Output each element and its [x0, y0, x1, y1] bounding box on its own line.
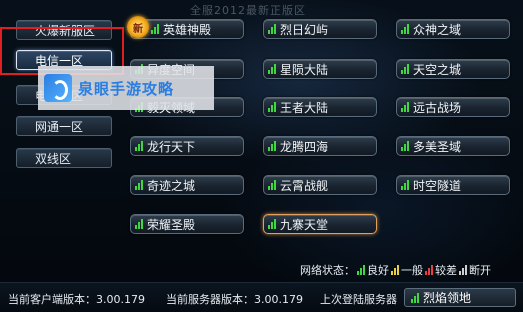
- signal-good-icon: [135, 180, 144, 190]
- server-button-14[interactable]: 云霄战舰: [263, 175, 377, 195]
- watermark-logo-icon: [44, 74, 72, 102]
- signal-good-icon: [268, 219, 277, 229]
- server-button-16[interactable]: 荣耀圣殿: [130, 214, 244, 234]
- signal-good-icon: [268, 102, 277, 112]
- server-button-3[interactable]: 众神之域: [396, 19, 510, 39]
- watermark-text: 泉眼手游攻略: [78, 79, 175, 98]
- last-login-server-name: 烈焰领地: [423, 291, 472, 305]
- server-button-6[interactable]: 天空之城: [396, 59, 510, 79]
- signal-good-icon: [401, 24, 410, 34]
- signal-good-icon: [401, 102, 410, 112]
- network-status-legend: 网络状态： 良好 一般 较差 断开: [300, 262, 491, 278]
- server-name: 烈日幻屿: [280, 22, 329, 37]
- last-login-label: 上次登陆服务器: [320, 293, 397, 306]
- server-name: 龙行天下: [147, 139, 196, 154]
- last-login-server-button[interactable]: 烈焰领地: [404, 288, 516, 307]
- server-button-12[interactable]: 多美圣域: [396, 136, 510, 156]
- server-button-1[interactable]: 新 英雄神殿: [127, 16, 244, 39]
- watermark-overlay: 泉眼手游攻略: [38, 66, 214, 110]
- server-name: 奇迹之城: [147, 178, 196, 193]
- signal-normal-icon: [391, 265, 400, 275]
- server-name: 荣耀圣殿: [147, 217, 196, 232]
- signal-good-icon: [268, 141, 277, 151]
- legend-down: 断开: [469, 264, 491, 277]
- signal-good-icon: [268, 24, 277, 34]
- server-button-11[interactable]: 龙腾四海: [263, 136, 377, 156]
- signal-good-icon: [411, 292, 420, 303]
- server-name: 星陨大陆: [280, 62, 329, 77]
- server-button-15[interactable]: 时空隧道: [396, 175, 510, 195]
- server-select-window: 全服2012最新正版区 火爆新服区 电信一区 电信二区 网通一区 双线区 新 英…: [0, 0, 523, 312]
- signal-good-icon: [401, 180, 410, 190]
- signal-down-icon: [459, 265, 468, 275]
- signal-good-icon: [135, 219, 144, 229]
- signal-poor-icon: [425, 265, 434, 275]
- server-button-13[interactable]: 奇迹之城: [130, 175, 244, 195]
- sidebar-item-dual-line[interactable]: 双线区: [16, 148, 112, 168]
- server-name: 天空之城: [413, 62, 462, 77]
- server-button-10[interactable]: 龙行天下: [130, 136, 244, 156]
- server-list: 新 英雄神殿 烈日幻屿 众神之域 异度空间 星陨大陆 天空之城 毅灭领域: [127, 16, 520, 246]
- status-bar: 当前客户端版本：3.00.179 当前服务器版本：3.00.179 上次登陆服务…: [0, 282, 523, 312]
- signal-good-icon: [401, 64, 410, 74]
- signal-good-icon: [151, 24, 160, 34]
- legend-normal: 一般: [401, 264, 423, 277]
- server-name: 龙腾四海: [280, 139, 329, 154]
- legend-label: 网络状态：: [300, 264, 355, 277]
- signal-good-icon: [401, 141, 410, 151]
- server-button-5[interactable]: 星陨大陆: [263, 59, 377, 79]
- legend-poor: 较差: [435, 264, 457, 277]
- signal-good-icon: [357, 265, 366, 275]
- server-button-9[interactable]: 远古战场: [396, 97, 510, 117]
- client-version: 当前客户端版本：3.00.179: [8, 293, 145, 306]
- server-version: 当前服务器版本：3.00.179: [166, 293, 303, 306]
- server-button-17[interactable]: 九寨天堂: [263, 214, 377, 234]
- server-button-2[interactable]: 烈日幻屿: [263, 19, 377, 39]
- server-name: 远古战场: [413, 100, 462, 115]
- server-button-8[interactable]: 王者大陆: [263, 97, 377, 117]
- server-name: 英雄神殿: [163, 22, 212, 37]
- sidebar-item-netcom-1[interactable]: 网通一区: [16, 116, 112, 136]
- server-name: 王者大陆: [280, 100, 329, 115]
- signal-good-icon: [268, 180, 277, 190]
- legend-good: 良好: [367, 264, 389, 277]
- server-name: 时空隧道: [413, 178, 462, 193]
- server-name: 九寨天堂: [280, 217, 329, 232]
- new-badge: 新: [127, 16, 149, 38]
- server-name: 多美圣域: [413, 139, 462, 154]
- server-name: 众神之域: [413, 22, 462, 37]
- server-name: 云霄战舰: [280, 178, 329, 193]
- signal-good-icon: [268, 64, 277, 74]
- signal-good-icon: [135, 141, 144, 151]
